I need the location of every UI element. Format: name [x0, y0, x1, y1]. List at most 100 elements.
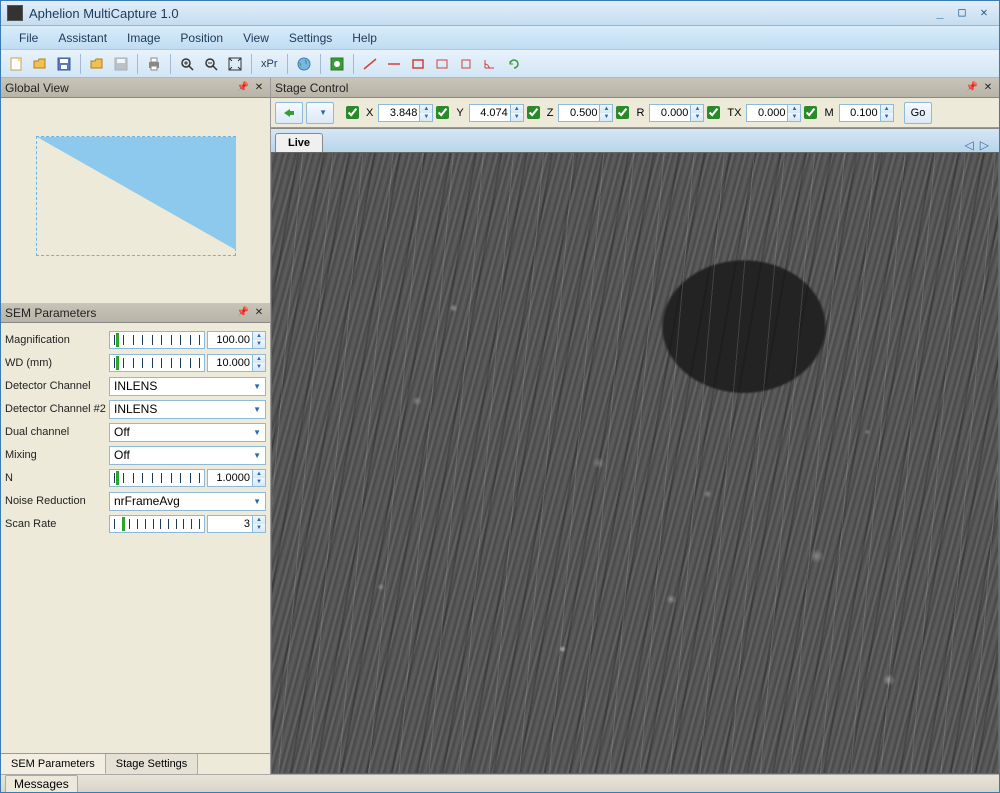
wd-spinner[interactable]: ▲▼ — [253, 354, 266, 372]
line-icon[interactable] — [359, 53, 381, 75]
save-icon[interactable] — [53, 53, 75, 75]
pin-icon[interactable]: 📌 — [236, 81, 250, 95]
tx-input[interactable] — [746, 104, 788, 122]
menu-file[interactable]: File — [9, 28, 48, 48]
global-view-area[interactable] — [36, 136, 236, 256]
y-input[interactable] — [469, 104, 511, 122]
r-input[interactable] — [649, 104, 691, 122]
menu-view[interactable]: View — [233, 28, 279, 48]
menu-help[interactable]: Help — [342, 28, 387, 48]
menu-assistant[interactable]: Assistant — [48, 28, 117, 48]
menu-position[interactable]: Position — [170, 28, 233, 48]
close-button[interactable]: ✕ — [975, 6, 993, 20]
pin-icon[interactable]: 📌 — [236, 306, 250, 320]
r-spinner[interactable]: ▲▼ — [691, 104, 704, 122]
x-spinner[interactable]: ▲▼ — [420, 104, 433, 122]
rect-tool-icon[interactable] — [407, 53, 429, 75]
square-tool-icon[interactable] — [455, 53, 477, 75]
save2-icon[interactable] — [110, 53, 132, 75]
viewer-panel: Live ◁ ▷ — [271, 128, 999, 774]
z-input[interactable] — [558, 104, 600, 122]
capture-icon[interactable] — [326, 53, 348, 75]
go-button[interactable]: Go — [904, 102, 933, 124]
fit-icon[interactable] — [224, 53, 246, 75]
x-input[interactable] — [378, 104, 420, 122]
menu-bar: File Assistant Image Position View Setti… — [1, 26, 999, 50]
globe-icon[interactable] — [293, 53, 315, 75]
refresh-icon[interactable] — [503, 53, 525, 75]
right-column: Stage Control 📌 ✕ ▼ X ▲▼ Y ▲▼ Z ▲▼ R ▲▼ … — [271, 78, 999, 774]
x-label: X — [366, 107, 373, 119]
pin-icon[interactable]: 📌 — [965, 81, 979, 95]
scan-label: Scan Rate — [5, 518, 109, 530]
tx-spinner[interactable]: ▲▼ — [788, 104, 801, 122]
left-column: Global View 📌 ✕ SEM Parameters 📌 ✕ Magni… — [1, 78, 271, 774]
stage-arrow-button[interactable] — [275, 102, 303, 124]
z-checkbox[interactable] — [527, 106, 540, 119]
left-tabs: SEM Parameters Stage Settings — [1, 753, 270, 774]
angle-icon[interactable] — [479, 53, 501, 75]
close-panel-icon[interactable]: ✕ — [252, 306, 266, 320]
mixing-dropdown[interactable]: Off▼ — [109, 446, 266, 465]
prev-tab-icon[interactable]: ◁ — [965, 138, 974, 152]
global-view-header: Global View 📌 ✕ — [1, 78, 270, 98]
stage-dropdown-button[interactable]: ▼ — [306, 102, 334, 124]
stage-control-row: ▼ X ▲▼ Y ▲▼ Z ▲▼ R ▲▼ TX ▲▼ M ▲▼ Go — [271, 98, 999, 128]
print-icon[interactable] — [143, 53, 165, 75]
menu-settings[interactable]: Settings — [279, 28, 342, 48]
tab-stage-settings[interactable]: Stage Settings — [106, 754, 199, 774]
tab-live[interactable]: Live — [275, 133, 323, 152]
open-icon[interactable] — [29, 53, 51, 75]
menu-image[interactable]: Image — [117, 28, 170, 48]
tx-checkbox[interactable] — [707, 106, 720, 119]
z-spinner[interactable]: ▲▼ — [600, 104, 613, 122]
noise-dropdown[interactable]: nrFrameAvg▼ — [109, 492, 266, 511]
wd-input[interactable] — [207, 354, 253, 372]
magnification-slider[interactable] — [109, 331, 205, 349]
x-checkbox[interactable] — [346, 106, 359, 119]
y-spinner[interactable]: ▲▼ — [511, 104, 524, 122]
app-icon — [7, 5, 23, 21]
new-icon[interactable] — [5, 53, 27, 75]
y-label: Y — [456, 107, 463, 119]
maximize-button[interactable]: □ — [953, 6, 971, 20]
scan-input[interactable] — [207, 515, 253, 533]
wd-slider[interactable] — [109, 354, 205, 372]
image-viewport[interactable] — [271, 152, 999, 774]
open2-icon[interactable] — [86, 53, 108, 75]
close-panel-icon[interactable]: ✕ — [981, 81, 995, 95]
sem-params-header: SEM Parameters 📌 ✕ — [1, 303, 270, 323]
n-spinner[interactable]: ▲▼ — [253, 469, 266, 487]
sem-params-title: SEM Parameters — [5, 306, 234, 320]
n-input[interactable] — [207, 469, 253, 487]
m-checkbox[interactable] — [804, 106, 817, 119]
rect2-tool-icon[interactable] — [431, 53, 453, 75]
detector-dropdown[interactable]: INLENS▼ — [109, 377, 266, 396]
m-input[interactable] — [839, 104, 881, 122]
zoom-out-icon[interactable] — [200, 53, 222, 75]
status-bar: Messages — [1, 774, 999, 792]
global-view-title: Global View — [5, 81, 234, 95]
tab-messages[interactable]: Messages — [5, 775, 78, 792]
dual-dropdown[interactable]: Off▼ — [109, 423, 266, 442]
magnification-label: Magnification — [5, 334, 109, 346]
sem-params-panel: Magnification ▲▼ WD (mm) ▲▼ Detector Cha… — [1, 323, 270, 753]
y-checkbox[interactable] — [436, 106, 449, 119]
dual-label: Dual channel — [5, 426, 109, 438]
scan-spinner[interactable]: ▲▼ — [253, 515, 266, 533]
r-checkbox[interactable] — [616, 106, 629, 119]
n-slider[interactable] — [109, 469, 205, 487]
hline-icon[interactable] — [383, 53, 405, 75]
minimize-button[interactable]: _ — [931, 6, 949, 20]
detector2-dropdown[interactable]: INLENS▼ — [109, 400, 266, 419]
close-panel-icon[interactable]: ✕ — [252, 81, 266, 95]
scan-slider[interactable] — [109, 515, 205, 533]
zoom-in-icon[interactable] — [176, 53, 198, 75]
next-tab-icon[interactable]: ▷ — [980, 138, 989, 152]
m-spinner[interactable]: ▲▼ — [881, 104, 894, 122]
magnification-input[interactable] — [207, 331, 253, 349]
magnification-spinner[interactable]: ▲▼ — [253, 331, 266, 349]
global-view-panel — [1, 98, 270, 303]
tab-sem-parameters[interactable]: SEM Parameters — [1, 754, 106, 774]
xpr-button[interactable]: xPr — [257, 53, 282, 75]
